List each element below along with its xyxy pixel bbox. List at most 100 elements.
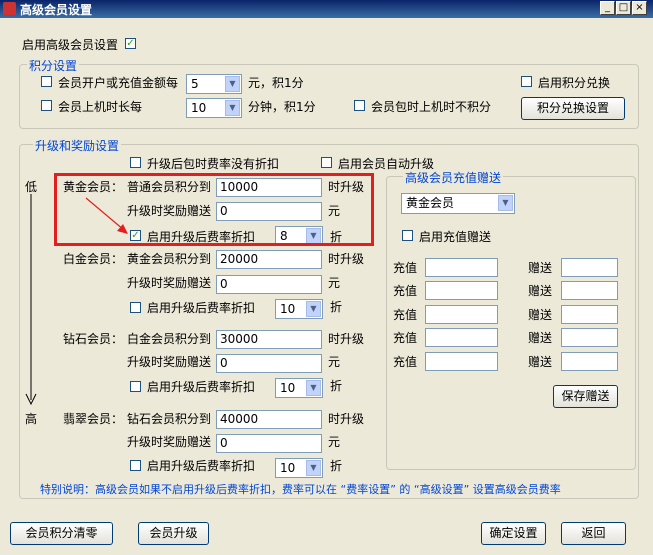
window-title: 高级会员设置	[20, 3, 93, 17]
online-points-select[interactable]: 10 ▼	[186, 98, 242, 118]
gift-input-4[interactable]	[561, 328, 618, 347]
level-diamond-discount-select[interactable]: 10 ▼	[275, 378, 323, 398]
recharge-member-select[interactable]: 黄金会员 ▼	[401, 193, 515, 214]
gift-label-4: 赠送	[528, 331, 553, 345]
confirm-settings-button[interactable]: 确定设置	[481, 522, 546, 545]
low-label: 低	[25, 180, 38, 194]
no-points-checkbox[interactable]	[354, 100, 365, 111]
chevron-down-icon: ▼	[306, 301, 321, 317]
level-emerald-reward-suffix: 元	[328, 435, 341, 449]
level-diamond-req-label: 白金会员积分到	[127, 332, 212, 346]
enable-recharge-gift-label: 启用充值赠送	[419, 230, 492, 244]
back-button[interactable]: 返回	[561, 522, 626, 545]
recharge-label-1: 充值	[393, 261, 418, 275]
recharge-points-suffix: 元，积1分	[248, 76, 304, 90]
recharge-points-value: 5	[191, 77, 199, 91]
close-button[interactable]: ×	[632, 1, 647, 15]
level-emerald-discount-suffix: 折	[330, 459, 343, 473]
recharge-label-4: 充值	[393, 331, 418, 345]
app-icon	[3, 2, 16, 15]
chevron-down-icon: ▼	[306, 460, 321, 476]
title-bar: 高级会员设置 _ □ ×	[0, 0, 653, 18]
enable-exchange-label: 启用积分兑换	[538, 76, 611, 90]
recharge-label-3: 充值	[393, 308, 418, 322]
recharge-points-label: 会员开户或充值金额每	[58, 76, 179, 90]
level-emerald-reward-input[interactable]: 0	[216, 434, 322, 453]
level-diamond-discount-value: 10	[280, 381, 296, 395]
level-emerald-name: 翡翠会员：	[63, 412, 124, 426]
enable-vip-label: 启用高级会员设置	[22, 38, 119, 52]
level-platinum-name: 白金会员：	[63, 252, 124, 266]
online-points-label: 会员上机时长每	[58, 100, 143, 114]
level-emerald-reward-label: 升级时奖励赠送	[127, 435, 212, 449]
chevron-down-icon: ▼	[225, 100, 240, 116]
level-diamond-discount-label: 启用升级后费率折扣	[147, 380, 256, 394]
level-platinum-req-label: 黄金会员积分到	[127, 252, 212, 266]
chevron-down-icon: ▼	[306, 380, 321, 396]
no-points-label: 会员包时上机时不积分	[371, 100, 492, 114]
upgrade-members-button[interactable]: 会员升级	[138, 522, 209, 545]
recharge-input-3[interactable]	[425, 305, 498, 324]
level-diamond-req-suffix: 时升级	[328, 332, 365, 346]
exchange-settings-button[interactable]: 积分兑换设置	[521, 97, 625, 120]
chevron-down-icon: ▼	[498, 195, 513, 211]
recharge-group-label: 高级会员充值赠送	[403, 169, 504, 186]
gift-input-2[interactable]	[561, 281, 618, 300]
gift-label-3: 赠送	[528, 308, 553, 322]
gift-label-2: 赠送	[528, 284, 553, 298]
recharge-member-value: 黄金会员	[406, 196, 455, 210]
level-platinum-discount-select[interactable]: 10 ▼	[275, 299, 323, 319]
gift-label-5: 赠送	[528, 355, 553, 369]
level-diamond-reward-input[interactable]: 0	[216, 354, 322, 373]
recharge-input-5[interactable]	[425, 352, 498, 371]
level-emerald-req-input[interactable]: 40000	[216, 410, 322, 429]
level-platinum-reward-input[interactable]: 0	[216, 275, 322, 294]
recharge-label-2: 充值	[393, 284, 418, 298]
gift-input-1[interactable]	[561, 258, 618, 277]
level-platinum-req-input[interactable]: 20000	[216, 250, 322, 269]
level-emerald-discount-select[interactable]: 10 ▼	[275, 458, 323, 478]
online-points-value: 10	[191, 101, 207, 115]
level-platinum-discount-value: 10	[280, 302, 296, 316]
down-arrow-icon	[25, 194, 37, 406]
level-diamond-name: 钻石会员：	[63, 332, 124, 346]
recharge-input-4[interactable]	[425, 328, 498, 347]
level-platinum-discount-checkbox[interactable]	[130, 302, 141, 313]
level-platinum-req-suffix: 时升级	[328, 252, 365, 266]
level-diamond-reward-suffix: 元	[328, 355, 341, 369]
level-platinum-discount-label: 启用升级后费率折扣	[147, 301, 256, 315]
level-diamond-discount-suffix: 折	[330, 379, 343, 393]
level-emerald-discount-value: 10	[280, 461, 296, 475]
level-emerald-req-suffix: 时升级	[328, 412, 365, 426]
recharge-label-5: 充值	[393, 355, 418, 369]
recharge-points-checkbox[interactable]	[41, 76, 52, 87]
red-pointer-arrow-icon	[85, 197, 128, 234]
level-platinum-discount-suffix: 折	[330, 300, 343, 314]
level-emerald-req-label: 钻石会员积分到	[127, 412, 212, 426]
high-label: 高	[25, 412, 38, 426]
enable-vip-checkbox[interactable]: ✓	[125, 38, 136, 49]
save-gift-button[interactable]: 保存赠送	[553, 385, 618, 408]
minimize-button[interactable]: _	[600, 1, 615, 15]
level-diamond-req-input[interactable]: 30000	[216, 330, 322, 349]
gift-input-3[interactable]	[561, 305, 618, 324]
no-discount-checkbox[interactable]	[130, 157, 141, 168]
online-points-suffix: 分钟，积1分	[248, 100, 316, 114]
gift-input-5[interactable]	[561, 352, 618, 371]
maximize-button[interactable]: □	[616, 1, 631, 15]
clear-points-button[interactable]: 会员积分清零	[10, 522, 113, 545]
auto-upgrade-checkbox[interactable]	[321, 157, 332, 168]
recharge-input-2[interactable]	[425, 281, 498, 300]
level-diamond-discount-checkbox[interactable]	[130, 381, 141, 392]
level-emerald-discount-label: 启用升级后费率折扣	[147, 459, 256, 473]
enable-recharge-gift-checkbox[interactable]	[402, 230, 413, 241]
level-diamond-reward-label: 升级时奖励赠送	[127, 355, 212, 369]
chevron-down-icon: ▼	[225, 76, 240, 92]
no-discount-label: 升级后包时费率没有折扣	[147, 157, 280, 171]
level-emerald-discount-checkbox[interactable]	[130, 460, 141, 471]
recharge-points-select[interactable]: 5 ▼	[186, 74, 242, 94]
enable-exchange-checkbox[interactable]	[521, 76, 532, 87]
level-platinum-reward-label: 升级时奖励赠送	[127, 276, 212, 290]
online-points-checkbox[interactable]	[41, 100, 52, 111]
recharge-input-1[interactable]	[425, 258, 498, 277]
